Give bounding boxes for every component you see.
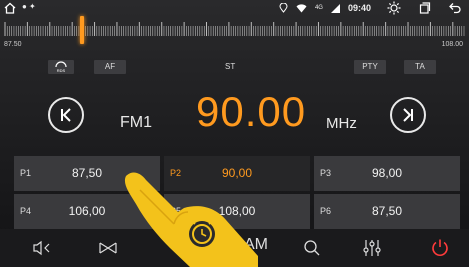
chevron-right-icon [403,108,413,122]
rds-indicator[interactable]: RDS [48,60,74,74]
rds-icon: RDS [55,61,67,73]
preset-frequency: 87,50 [371,204,403,218]
tuning-needle[interactable] [80,16,85,44]
recent-apps-icon[interactable] [419,2,431,14]
st-indicator: ST [225,62,236,71]
equalizer-icon [363,240,381,256]
signal-label: 4G [314,5,323,11]
af-indicator[interactable]: AF [94,60,126,74]
tuning-scale[interactable] [4,20,465,38]
seek-next-button[interactable] [390,97,426,133]
volume-icon [33,240,50,256]
home-icon[interactable] [4,2,16,14]
tuning-scale-ticks [4,22,465,36]
wifi-icon [296,3,307,12]
signal-icon [330,3,340,13]
notification-icons: ● ✦ [22,2,36,11]
scale-max-label: 108.00 [441,41,463,48]
power-button[interactable] [420,229,460,267]
pty-indicator[interactable]: PTY [354,60,386,74]
chevron-left-icon [61,108,71,122]
equalizer-button[interactable] [352,229,392,267]
location-icon [279,3,288,13]
power-icon [432,239,448,256]
search-icon [304,240,320,256]
radio-screen: ● ✦ 4G 09:40 87.50 108.00 RDS AF ST PTY … [0,0,469,267]
preset-p6[interactable]: P6 87,50 [314,194,460,229]
frequency-display: 90.00 [196,88,307,135]
clock: 09:40 [347,3,371,13]
loop-icon [99,242,117,254]
rds-label: RDS [57,68,66,73]
ta-indicator[interactable]: TA [404,60,436,74]
brightness-icon[interactable] [387,1,401,15]
frequency-unit: MHz [326,115,357,132]
back-icon[interactable] [449,2,461,14]
volume-button[interactable] [22,229,62,267]
search-button[interactable] [292,229,332,267]
seek-prev-button[interactable] [48,97,84,133]
preset-p3[interactable]: P3 98,00 [314,156,460,191]
preset-frequency: 98,00 [371,166,403,180]
pointing-hand-icon [124,172,258,267]
status-bar: ● ✦ 4G 09:40 [0,0,469,16]
band-label: FM1 [120,114,152,131]
scale-min-label: 87.50 [4,41,22,48]
